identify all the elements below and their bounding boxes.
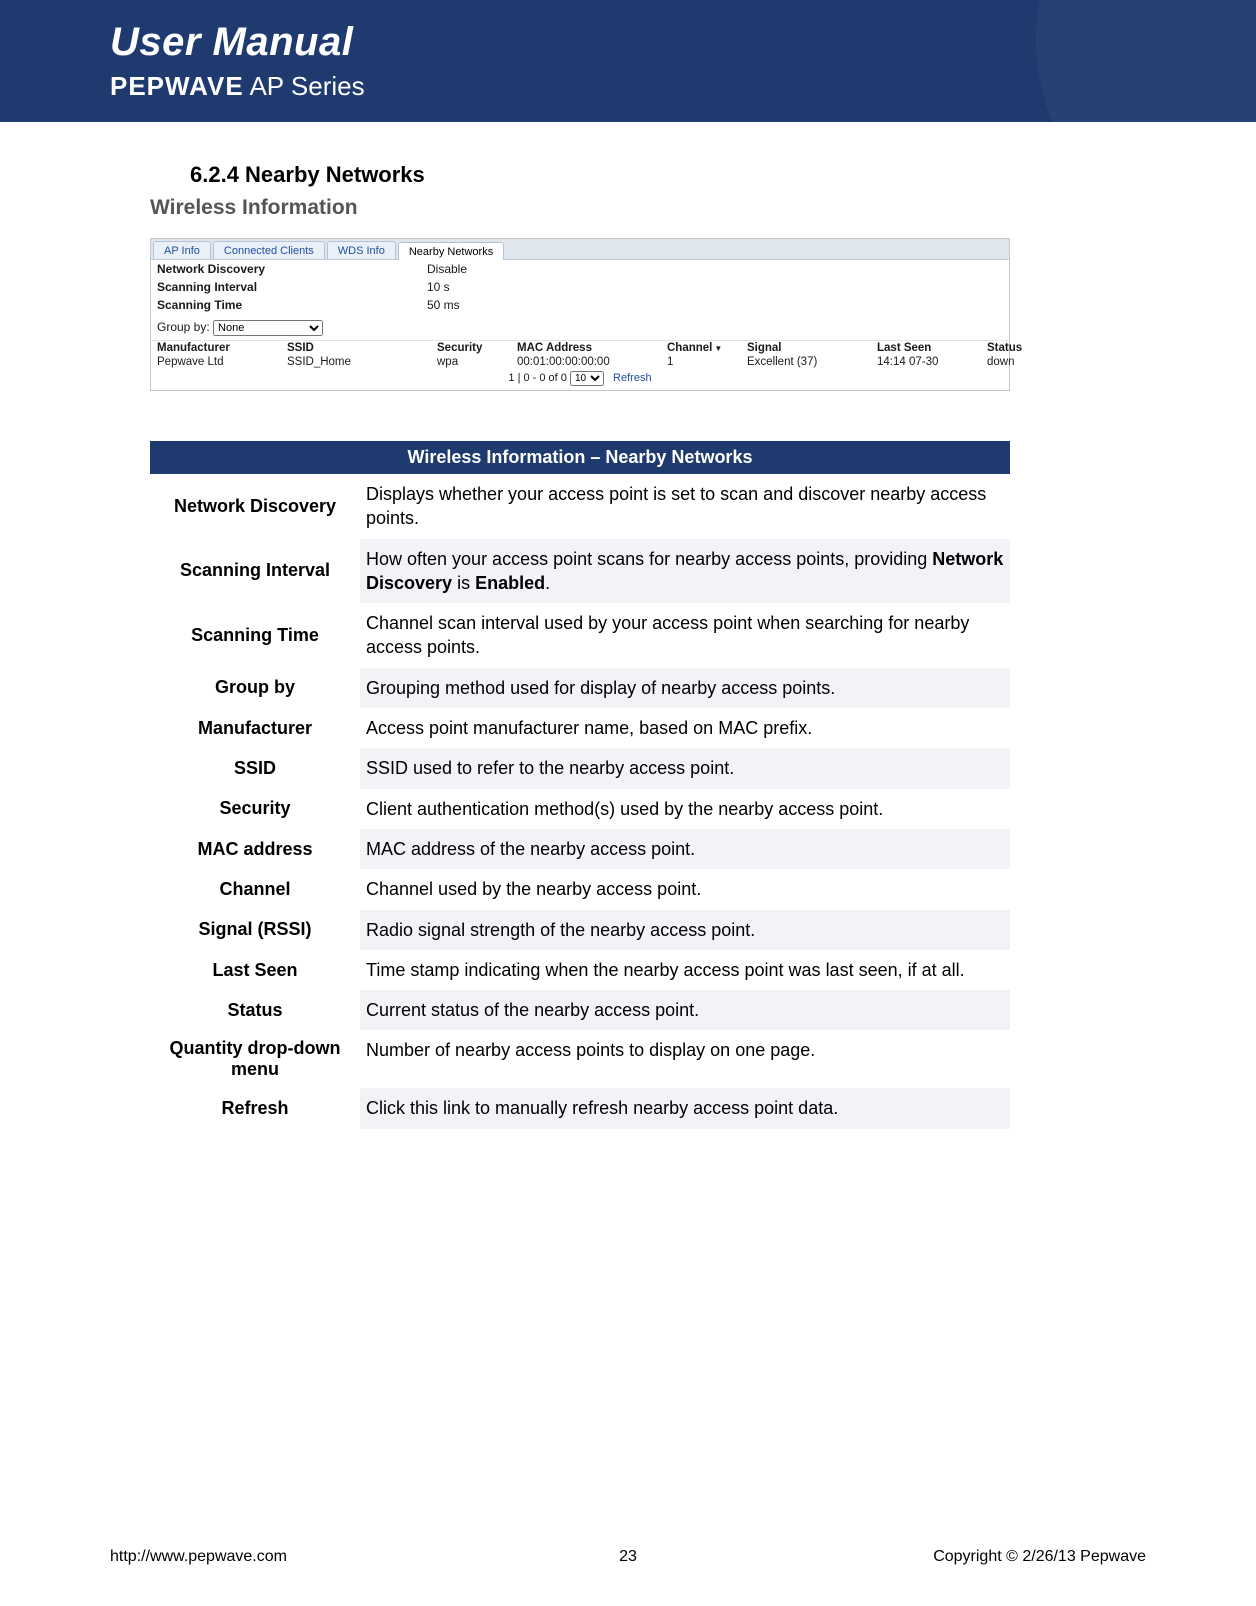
desc-text: Channel used by the nearby access point. [360, 869, 1010, 909]
desc-label: Last Seen [150, 950, 360, 990]
desc-keyword: Enabled [475, 573, 545, 593]
kv-key: Scanning Interval [157, 280, 427, 294]
desc-text: Radio signal strength of the nearby acce… [360, 910, 1010, 950]
cell-mac: 00:01:00:00:00:00 [517, 356, 667, 368]
footer-url: http://www.pepwave.com [110, 1548, 287, 1566]
page-footer: http://www.pepwave.com 23 Copyright © 2/… [0, 1548, 1256, 1566]
col-signal[interactable]: Signal [747, 342, 877, 354]
col-last-seen[interactable]: Last Seen [877, 342, 987, 354]
desc-text: MAC address of the nearby access point. [360, 829, 1010, 869]
desc-text: How often your access point scans for ne… [360, 539, 1010, 604]
col-security[interactable]: Security [437, 342, 517, 354]
desc-row: Quantity drop-down menu Number of nearby… [150, 1030, 1010, 1088]
desc-text: Click this link to manually refresh near… [360, 1088, 1010, 1128]
desc-text: Displays whether your access point is se… [360, 474, 1010, 539]
desc-label: Scanning Interval [150, 539, 360, 604]
desc-label: Group by [150, 668, 360, 708]
cell-manufacturer: Pepwave Ltd [157, 356, 287, 368]
tab-nearby-networks[interactable]: Nearby Networks [398, 242, 504, 260]
desc-row: SSID SSID used to refer to the nearby ac… [150, 748, 1010, 788]
col-channel[interactable]: Channel [667, 342, 747, 354]
desc-label: Quantity drop-down menu [150, 1030, 360, 1088]
kv-row: Scanning Time 50 ms [157, 296, 1003, 314]
col-ssid[interactable]: SSID [287, 342, 437, 354]
doc-subtitle: PEPWAVE AP Series [110, 71, 1256, 102]
desc-text: Grouping method used for display of near… [360, 668, 1010, 708]
col-status[interactable]: Status [987, 342, 1017, 354]
footer-copyright: Copyright © 2/26/13 Pepwave [933, 1548, 1146, 1566]
desc-row: Scanning Interval How often your access … [150, 539, 1010, 604]
desc-text-part: How often your access point scans for ne… [366, 549, 932, 569]
desc-row: MAC address MAC address of the nearby ac… [150, 829, 1010, 869]
desc-text: Channel scan interval used by your acces… [360, 603, 1010, 668]
desc-text: Time stamp indicating when the nearby ac… [360, 950, 1010, 990]
desc-title: Wireless Information – Nearby Networks [150, 441, 1010, 474]
desc-label: SSID [150, 748, 360, 788]
tab-bar: AP Info Connected Clients WDS Info Nearb… [151, 239, 1009, 260]
desc-label: Network Discovery [150, 474, 360, 539]
wireless-info-title: Wireless Information [150, 196, 1146, 220]
desc-row: Manufacturer Access point manufacturer n… [150, 708, 1010, 748]
desc-row: Group by Grouping method used for displa… [150, 668, 1010, 708]
desc-label: Manufacturer [150, 708, 360, 748]
kv-row: Scanning Interval 10 s [157, 278, 1003, 296]
cell-security: wpa [437, 356, 517, 368]
col-mac[interactable]: MAC Address [517, 342, 667, 354]
desc-row: Security Client authentication method(s)… [150, 789, 1010, 829]
kv-val: 10 s [427, 280, 450, 294]
desc-text: Client authentication method(s) used by … [360, 789, 1010, 829]
footer-page-number: 23 [619, 1548, 637, 1566]
desc-label: Status [150, 990, 360, 1030]
desc-row: Channel Channel used by the nearby acces… [150, 869, 1010, 909]
series-name: AP Series [244, 71, 365, 101]
desc-label: Security [150, 789, 360, 829]
kv-val: Disable [427, 262, 467, 276]
kv-row: Network Discovery Disable [157, 260, 1003, 278]
desc-row: Status Current status of the nearby acce… [150, 990, 1010, 1030]
cell-ssid: SSID_Home [287, 356, 437, 368]
refresh-link[interactable]: Refresh [613, 372, 652, 384]
doc-title: User Manual [110, 20, 1256, 65]
desc-row: Scanning Time Channel scan interval used… [150, 603, 1010, 668]
cell-last-seen: 14:14 07-30 [877, 356, 987, 368]
desc-text-part: is [452, 573, 475, 593]
tab-ap-info[interactable]: AP Info [153, 241, 211, 259]
col-manufacturer[interactable]: Manufacturer [157, 342, 287, 354]
cell-status: down [987, 356, 1017, 368]
kv-key: Scanning Time [157, 298, 427, 312]
description-table: Wireless Information – Nearby Networks N… [150, 441, 1010, 1129]
brand-name: PEPWAVE [110, 71, 244, 101]
desc-label: Refresh [150, 1088, 360, 1128]
desc-label: Scanning Time [150, 603, 360, 668]
kv-val: 50 ms [427, 298, 460, 312]
tab-connected-clients[interactable]: Connected Clients [213, 241, 325, 259]
pager-text: 1 | 0 - 0 of 0 [508, 372, 567, 384]
pager: 1 | 0 - 0 of 0 10 Refresh [151, 369, 1009, 390]
cell-channel: 1 [667, 356, 747, 368]
desc-label: Channel [150, 869, 360, 909]
group-by-row: Group by: None [151, 314, 1009, 340]
desc-text: Current status of the nearby access poin… [360, 990, 1010, 1030]
desc-row: Network Discovery Displays whether your … [150, 474, 1010, 539]
desc-row: Last Seen Time stamp indicating when the… [150, 950, 1010, 990]
header-banner: User Manual PEPWAVE AP Series [0, 0, 1256, 122]
group-by-label: Group by: [157, 320, 210, 334]
section-heading: 6.2.4 Nearby Networks [190, 162, 1146, 188]
table-row: Pepwave Ltd SSID_Home wpa 00:01:00:00:00… [151, 355, 1009, 369]
desc-row: Refresh Click this link to manually refr… [150, 1088, 1010, 1128]
desc-label: MAC address [150, 829, 360, 869]
nearby-networks-screenshot: AP Info Connected Clients WDS Info Nearb… [150, 238, 1010, 391]
desc-row: Signal (RSSI) Radio signal strength of t… [150, 910, 1010, 950]
pager-qty-select[interactable]: 10 [570, 371, 604, 386]
group-by-select[interactable]: None [213, 320, 323, 336]
kv-key: Network Discovery [157, 262, 427, 276]
desc-text: SSID used to refer to the nearby access … [360, 748, 1010, 788]
table-header: Manufacturer SSID Security MAC Address C… [151, 340, 1009, 355]
tab-wds-info[interactable]: WDS Info [327, 241, 396, 259]
desc-label: Signal (RSSI) [150, 910, 360, 950]
desc-text: Number of nearby access points to displa… [360, 1030, 1010, 1088]
desc-text: Access point manufacturer name, based on… [360, 708, 1010, 748]
desc-text-part: . [545, 573, 550, 593]
cell-signal: Excellent (37) [747, 356, 877, 368]
